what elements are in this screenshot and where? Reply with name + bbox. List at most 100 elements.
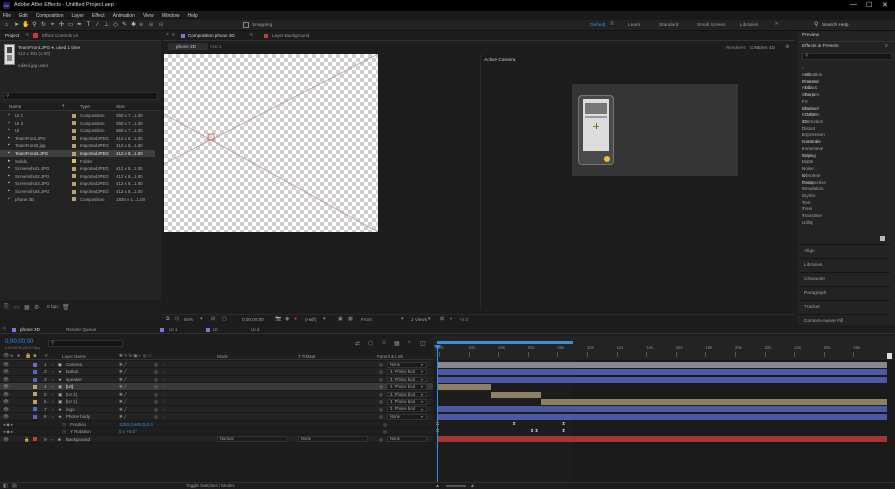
label-swatch[interactable] [72, 166, 76, 171]
zoom-out-icon[interactable]: ▲ [435, 483, 440, 489]
workspace-more-icon[interactable]: » [775, 21, 778, 27]
col-size[interactable]: Size [116, 104, 125, 109]
cube-3d-icon[interactable]: ◎ [154, 391, 158, 398]
tab-ui-2[interactable]: UI 2 [251, 327, 259, 332]
subtab-phone-3d[interactable]: phone 3D [168, 43, 208, 50]
dropdown-icon[interactable]: ▾ [421, 398, 423, 405]
camera-tool-icon[interactable]: ⌖ [49, 22, 56, 29]
show-snapshot-icon[interactable]: ◉ [285, 316, 289, 322]
cube-3d-icon[interactable]: ◎ [154, 383, 158, 390]
menu-edit[interactable]: Edit [19, 13, 28, 21]
trkmat-select[interactable]: None [298, 436, 368, 443]
cube-3d-icon[interactable]: ◎ [154, 368, 158, 375]
label-swatch[interactable] [33, 377, 37, 382]
layer-duration-bar[interactable] [540, 398, 887, 405]
effects-presets-title[interactable]: Effects & Presets [802, 44, 839, 49]
effect-category[interactable]: › Utility [802, 212, 813, 225]
project-search-input[interactable]: ⚲ [3, 92, 158, 100]
zoom-in-icon[interactable]: ▲ [470, 483, 475, 489]
motion-blur-toggle-icon[interactable]: ◌ [163, 391, 166, 398]
pickwhip-icon[interactable]: ◎ [379, 376, 383, 383]
menu-composition[interactable]: Composition [36, 13, 64, 21]
close-tab-icon[interactable]: × [3, 326, 6, 332]
project-item[interactable]: ▪ TeamFront2.jpg ImportedJPEG 412 x 8...1.0… [0, 142, 155, 149]
tab-phone-3d[interactable]: phone 3D [20, 327, 40, 332]
comp-timecode[interactable]: 0;00;00;00 [242, 317, 264, 322]
label-swatch[interactable] [33, 414, 37, 419]
comp-viewport-right[interactable] [572, 84, 738, 176]
view-axis-icon[interactable]: ⊟ [159, 22, 164, 29]
timeline-layer-row[interactable]: 👁 3 › ★ speaker ✱ ╱ ◎ ◌ ◎ 3. Phone bod ▾ [0, 375, 433, 384]
label-swatch[interactable] [72, 128, 76, 133]
workspace-libraries[interactable]: Libraries [740, 23, 758, 28]
delete-icon[interactable]: 🗑 [62, 304, 70, 311]
visibility-icon[interactable]: 👁 [3, 436, 9, 443]
label-swatch[interactable] [72, 151, 76, 156]
project-item[interactable]: ▪ UI Composition 360 x 7...1.00 [0, 127, 155, 134]
col-mode[interactable]: Mode [217, 354, 228, 359]
tab-menu-icon[interactable]: ≡ [250, 32, 253, 38]
pickwhip-icon[interactable]: ◎ [379, 383, 383, 390]
always-preview-icon[interactable]: ⧉ [166, 316, 170, 322]
reset-exposure-icon[interactable]: ◐ [450, 316, 453, 322]
keyframe-icon[interactable]: ⧗ [535, 428, 538, 433]
cube-3d-icon[interactable]: ◎ [154, 361, 158, 368]
property-row[interactable]: ◂ ◆ ▸ ◷ Y Rotation 0 x +0.0° ◎ [0, 428, 433, 436]
tab-composition[interactable]: Composition phone 3D [188, 33, 235, 38]
dropdown-icon[interactable]: ▾ [421, 368, 423, 375]
project-item[interactable]: ▪ UI 1 Composition 360 x 7...1.00 [0, 112, 155, 119]
project-item[interactable]: ▪ phone 3D Composition 1920 x 1...1.00 [0, 196, 155, 203]
search-help[interactable]: Search Help [822, 23, 848, 28]
timeline-layer-row[interactable]: 👁 4 › ▣ [UI] ✱ ╱ ◎ ◌ ◎ 3. Phone bod ▾ [0, 383, 433, 391]
label-swatch[interactable] [33, 407, 37, 412]
motion-blur-toggle-icon[interactable]: ◌ [163, 368, 166, 375]
layer-duration-bar[interactable] [437, 376, 887, 383]
label-swatch[interactable] [33, 437, 37, 442]
col-layer-name[interactable]: Layer Name [62, 354, 86, 359]
label-swatch[interactable] [72, 189, 76, 194]
pan-behind-tool-icon[interactable]: ✣ [58, 22, 65, 29]
panel-section-paragraph[interactable]: Paragraph [799, 286, 890, 300]
views-dropdown-icon[interactable]: ▾ [428, 316, 431, 322]
world-axis-icon[interactable]: ⊞ [149, 22, 154, 29]
motion-blur-toggle-icon[interactable]: ◌ [163, 413, 166, 420]
expand-arrow-icon[interactable]: › [52, 406, 53, 413]
layer-duration-bar[interactable] [437, 413, 887, 420]
timeline-layer-row[interactable]: 👁 6 › ▣ [UI 1] ✱ ╱ ◎ ◌ ◎ 3. Phone bod ▾ [0, 398, 433, 406]
pickwhip-icon[interactable]: ◎ [379, 436, 383, 443]
project-item[interactable]: ▪ TeamFront.JPG ImportedJPEG 412 x 8...1.00 [0, 135, 155, 142]
mask-icon[interactable]: ▢ [222, 316, 227, 322]
property-value[interactable]: 0 x +0.0° [119, 428, 137, 435]
shy-icon[interactable]: ☺ [381, 340, 387, 346]
label-swatch[interactable] [72, 174, 76, 179]
label-swatch[interactable] [33, 392, 37, 397]
timeline-layer-row[interactable]: 👁 5 › ▣ [UI 2] ✱ ╱ ◎ ◌ ◎ 3. Phone bod ▾ [0, 390, 433, 399]
panel-section-align[interactable]: Align [799, 244, 890, 258]
layer-switches[interactable]: ✱ ╱ [119, 398, 127, 405]
menu-help[interactable]: Help [187, 13, 197, 21]
panel-section-tracker[interactable]: Tracker [799, 300, 890, 314]
subtab-ui-1[interactable]: UI 1 [213, 44, 221, 49]
renderer-value[interactable]: CINEMA 4D [750, 45, 775, 50]
view-dropdown-icon[interactable]: ▾ [401, 316, 404, 322]
motion-blur-toggle-icon[interactable]: ◌ [163, 398, 166, 405]
pickwhip-icon[interactable]: ◎ [383, 428, 387, 435]
graph-editor-icon[interactable]: ◫ [420, 340, 426, 347]
tab-layer[interactable]: Layer Background [272, 33, 309, 38]
workspace-learn[interactable]: Learn [628, 23, 640, 28]
layer-duration-bar[interactable] [437, 369, 887, 376]
light-icon[interactable] [604, 156, 610, 162]
label-swatch[interactable] [33, 362, 37, 367]
new-comp-icon[interactable]: ▦ [24, 304, 30, 311]
interpret-footage-icon[interactable]: ⎘ [4, 304, 9, 311]
expand-arrow-icon[interactable]: › [52, 391, 53, 398]
expand-switches-icon[interactable]: ▤ [12, 483, 17, 489]
roto-brush-tool-icon[interactable]: ✎ [121, 22, 128, 29]
motion-blur-toggle-icon[interactable]: ◌ [163, 361, 166, 368]
col-name[interactable]: Name [9, 104, 21, 109]
visibility-icon[interactable]: 👁 [3, 361, 9, 368]
timeline-layer-row[interactable]: 👁 1 › ◼ Camera ✱ ╱ ◎ ◌ ◎ None ▾ [0, 361, 433, 369]
dropdown-icon[interactable]: ▾ [421, 361, 423, 368]
pickwhip-icon[interactable]: ◎ [379, 391, 383, 398]
clone-stamp-tool-icon[interactable]: ⊥ [103, 22, 110, 29]
